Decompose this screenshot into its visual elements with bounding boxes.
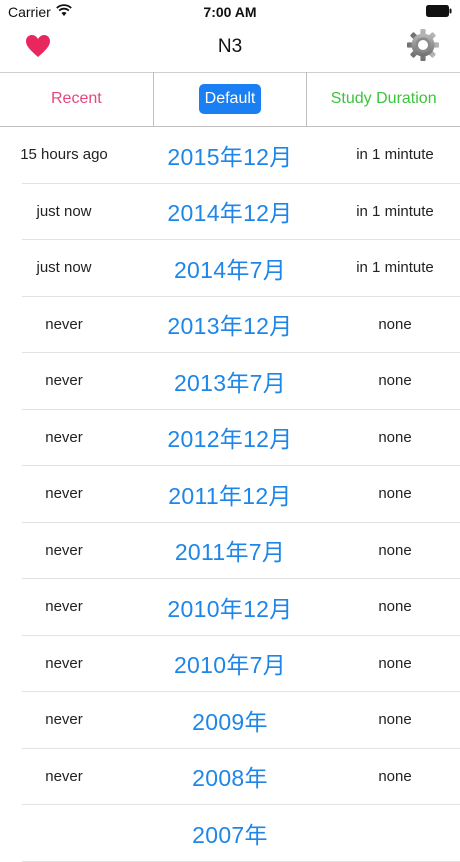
last-studied-label: just now <box>36 259 92 277</box>
study-duration-label: none <box>378 598 412 616</box>
study-duration-label: none <box>378 372 412 390</box>
study-duration-label: none <box>378 767 412 785</box>
list-item[interactable]: just now 2014年12月 in 1 mintute <box>0 184 460 240</box>
last-studied-label: never <box>45 767 83 785</box>
study-duration-label: in 1 mintute <box>356 259 434 277</box>
exam-title: 2011年7月 <box>174 539 286 566</box>
last-studied-label: just now <box>36 202 92 220</box>
last-studied-label: never <box>45 372 83 390</box>
sort-duration-button[interactable]: Study Duration <box>306 72 460 126</box>
exam-title: 2010年12月 <box>167 595 293 622</box>
list-item[interactable]: 15 hours ago 2015年12月 in 1 mintute <box>0 127 460 184</box>
study-duration-label: none <box>378 485 412 503</box>
study-duration-label: in 1 mintute <box>356 202 434 220</box>
list-item[interactable]: never 2013年12月 none <box>0 297 460 353</box>
study-duration-label: none <box>378 541 412 559</box>
battery-icon <box>426 5 452 17</box>
sort-recent-button[interactable]: Recent <box>0 72 153 126</box>
sort-recent-label: Recent <box>50 90 102 107</box>
list-item[interactable]: never 2010年7月 none <box>0 636 460 692</box>
clock: 7:00 AM <box>203 4 257 20</box>
sort-default-label: Default <box>198 84 262 114</box>
sort-segmented-control: Recent Default Study Duration <box>0 72 460 127</box>
last-studied-label: never <box>45 711 83 729</box>
sort-default-button[interactable]: Default <box>152 72 307 126</box>
last-studied-label: never <box>45 654 83 672</box>
last-studied-label: never <box>45 315 83 333</box>
status-bar: Carrier 7:00 AM <box>0 0 460 24</box>
list-item[interactable]: never 2012年12月 none <box>0 410 460 466</box>
list-item[interactable]: never 2009年 none <box>0 692 460 749</box>
exam-title: 2007年 <box>192 821 268 848</box>
gear-icon[interactable] <box>406 28 440 62</box>
study-duration-label: none <box>378 711 412 729</box>
last-studied-label: never <box>45 598 83 616</box>
list-item[interactable]: 2007年 <box>0 805 460 862</box>
last-studied-label: never <box>45 485 83 503</box>
sort-duration-label: Study Duration <box>330 90 437 107</box>
exam-title: 2012年12月 <box>167 426 293 453</box>
nav-bar: N3 <box>0 24 460 73</box>
study-duration-label <box>332 805 458 861</box>
exam-title: 2008年 <box>192 765 268 792</box>
exam-title: 2013年12月 <box>167 313 293 340</box>
last-studied-label: never <box>45 541 83 559</box>
exam-title: 2013年7月 <box>173 369 287 396</box>
list-item[interactable]: never 2011年12月 none <box>0 466 460 523</box>
list-item[interactable]: never 2011年7月 none <box>0 523 460 579</box>
list-item[interactable]: never 2013年7月 none <box>0 353 460 410</box>
exam-title: 2010年7月 <box>173 652 287 679</box>
last-studied-label <box>0 805 128 861</box>
exam-title: 2014年7月 <box>173 256 287 283</box>
last-studied-label: never <box>45 428 83 446</box>
study-duration-label: none <box>378 654 412 672</box>
study-duration-label: none <box>378 428 412 446</box>
study-duration-label: in 1 mintute <box>356 146 434 164</box>
page-title: N3 <box>217 36 243 57</box>
exam-title: 2009年 <box>192 708 268 735</box>
list-item[interactable]: never 2008年 none <box>0 749 460 805</box>
study-duration-label: none <box>378 315 412 333</box>
list-item[interactable]: never 2010年12月 none <box>0 579 460 636</box>
list-item[interactable]: just now 2014年7月 in 1 mintute <box>0 240 460 297</box>
exam-list: 15 hours ago 2015年12月 in 1 mintute just … <box>0 127 460 862</box>
exam-title: 2015年12月 <box>167 143 293 170</box>
last-studied-label: 15 hours ago <box>20 146 108 164</box>
exam-title: 2014年12月 <box>167 200 293 227</box>
exam-title: 2011年12月 <box>168 482 292 509</box>
